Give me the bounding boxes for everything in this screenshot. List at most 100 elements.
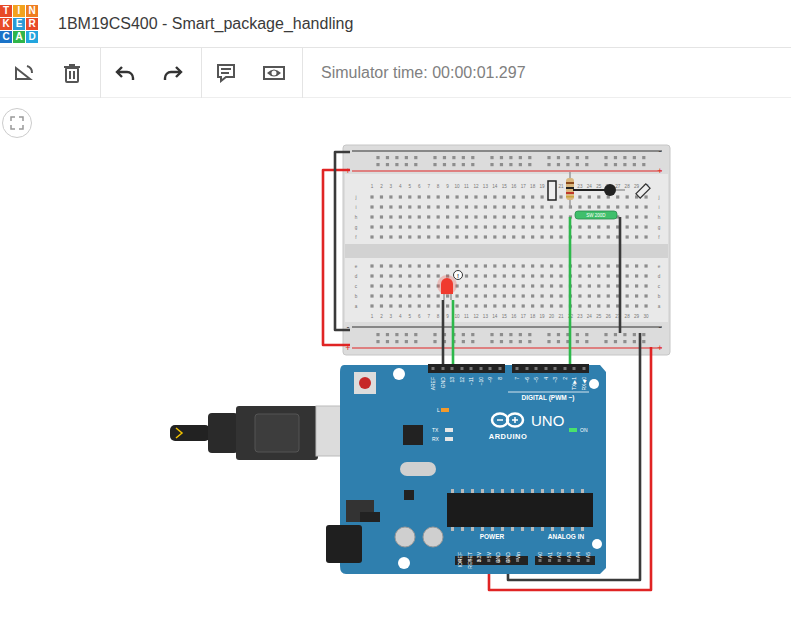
column-number: 19 [540, 314, 546, 319]
row-letter: f [658, 235, 660, 240]
row-letter: i [355, 205, 356, 210]
column-number: 17 [521, 184, 527, 189]
rotate-button[interactable] [4, 53, 44, 93]
diode[interactable] [636, 184, 650, 198]
column-number: 15 [502, 314, 508, 319]
analog-pin-label: A0 [537, 552, 543, 558]
column-number: 4 [399, 314, 402, 319]
wire[interactable] [442, 300, 445, 368]
digital-pin-label: TX▶1 [571, 377, 577, 390]
power-title: POWER [480, 533, 505, 540]
logo-tile: E [13, 18, 25, 30]
power-jack[interactable] [326, 525, 362, 563]
column-number: 1 [371, 314, 374, 319]
column-number: 4 [399, 184, 402, 189]
column-number: 6 [418, 184, 421, 189]
pushbutton-lead[interactable] [573, 184, 625, 196]
redo-button[interactable] [153, 53, 193, 93]
power-pin-label: RESET [467, 552, 473, 569]
row-letter: a [658, 304, 661, 309]
row-letter: b [355, 294, 358, 299]
digital-pin-label: ~9 [487, 377, 493, 383]
led[interactable]: ! [437, 271, 463, 301]
wire[interactable] [323, 170, 350, 345]
status-led [569, 428, 577, 432]
column-number: 14 [492, 314, 498, 319]
top-bar: TINKERCAD 1BM19CS400 - Smart_package_han… [0, 0, 791, 48]
column-number: 20 [549, 314, 555, 319]
analog-pin-label: A4 [575, 552, 581, 558]
row-letter: e [355, 264, 358, 269]
rotate-icon [13, 63, 35, 83]
power-pin-label: 5V [486, 551, 492, 558]
notes-button[interactable] [206, 53, 246, 93]
arduino-uno[interactable]: AREFGND1312~11~10~987~6~54~32TX▶1RX◀0DIG… [326, 364, 606, 574]
row-letter: b [658, 294, 661, 299]
wire[interactable] [569, 217, 572, 368]
rail-minus-label: - [659, 146, 662, 156]
digital-pin-label: ~6 [524, 377, 530, 383]
tinkercad-app: TINKERCAD 1BM19CS400 - Smart_package_han… [0, 0, 791, 620]
column-number: 13 [483, 184, 489, 189]
arduino-model: UNO [531, 412, 564, 429]
circuit-canvas[interactable]: -+-+-+-+11223344556677889910101111121213… [0, 98, 791, 620]
logo-tile: A [13, 31, 25, 43]
column-number: 27 [615, 184, 621, 189]
column-number: 26 [606, 314, 612, 319]
sensor-label: SW 200D [586, 213, 606, 218]
digital-pin-label: 2 [562, 377, 568, 380]
digital-title: DIGITAL (PWM ~) [521, 394, 574, 402]
column-number: 2 [380, 184, 383, 189]
history-group [101, 48, 202, 98]
wire[interactable] [335, 152, 350, 330]
digital-pin-label: ~5 [533, 377, 539, 383]
notes-icon [216, 63, 236, 83]
column-number: 29 [634, 184, 640, 189]
digital-pin-label: 13 [449, 377, 455, 383]
digital-pin-label: GND [440, 377, 446, 389]
tinkercad-logo[interactable]: TINKERCAD [0, 5, 38, 43]
column-number: 10 [454, 314, 460, 319]
column-number: 24 [587, 184, 593, 189]
status-led-label: L [437, 407, 440, 413]
breadboard[interactable]: -+-+-+-+11223344556677889910101111121213… [343, 145, 670, 355]
undo-button[interactable] [105, 53, 145, 93]
logo-tile: I [13, 5, 25, 17]
column-number: 9 [446, 314, 449, 319]
delete-button[interactable] [52, 53, 92, 93]
arduino-logo-icon [492, 414, 523, 427]
row-letter: c [355, 284, 358, 289]
column-number: 13 [483, 314, 489, 319]
status-led [445, 428, 453, 432]
toolbar: Simulator time: 00:00:01.297 [0, 48, 791, 98]
row-letter: e [658, 264, 661, 269]
power-pin-label: 3.3V [476, 551, 482, 562]
wire[interactable] [452, 300, 455, 368]
analog-pin-label: A5 [585, 552, 591, 558]
warning-mark: ! [457, 273, 459, 279]
tilt-sensor[interactable]: SW 200D [575, 211, 617, 219]
reset-button[interactable] [354, 372, 376, 394]
column-number: 5 [409, 314, 412, 319]
row-letter: j [354, 195, 356, 200]
resistor[interactable] [566, 172, 574, 208]
column-number: 7 [427, 314, 430, 319]
fit-view-button[interactable] [2, 108, 32, 138]
logo-tile: T [0, 5, 12, 17]
warning-badge[interactable] [454, 271, 463, 280]
digital-pin-label: ~3 [552, 377, 558, 383]
wire[interactable] [619, 217, 622, 333]
column-number: 5 [409, 184, 412, 189]
rail-plus-label: + [657, 343, 662, 353]
column-number: 25 [596, 184, 602, 189]
column-number: 15 [502, 184, 508, 189]
logo-tile: N [26, 5, 38, 17]
project-title[interactable]: 1BM19CS400 - Smart_package_handling [58, 15, 353, 33]
capacitor[interactable] [548, 181, 556, 200]
rail-plus-label: + [657, 166, 662, 176]
column-number: 25 [596, 314, 602, 319]
logo-tile: R [26, 18, 38, 30]
column-number: 10 [454, 184, 460, 189]
arduino-brand: ARDUINO [489, 432, 528, 441]
visibility-button[interactable] [254, 53, 294, 93]
